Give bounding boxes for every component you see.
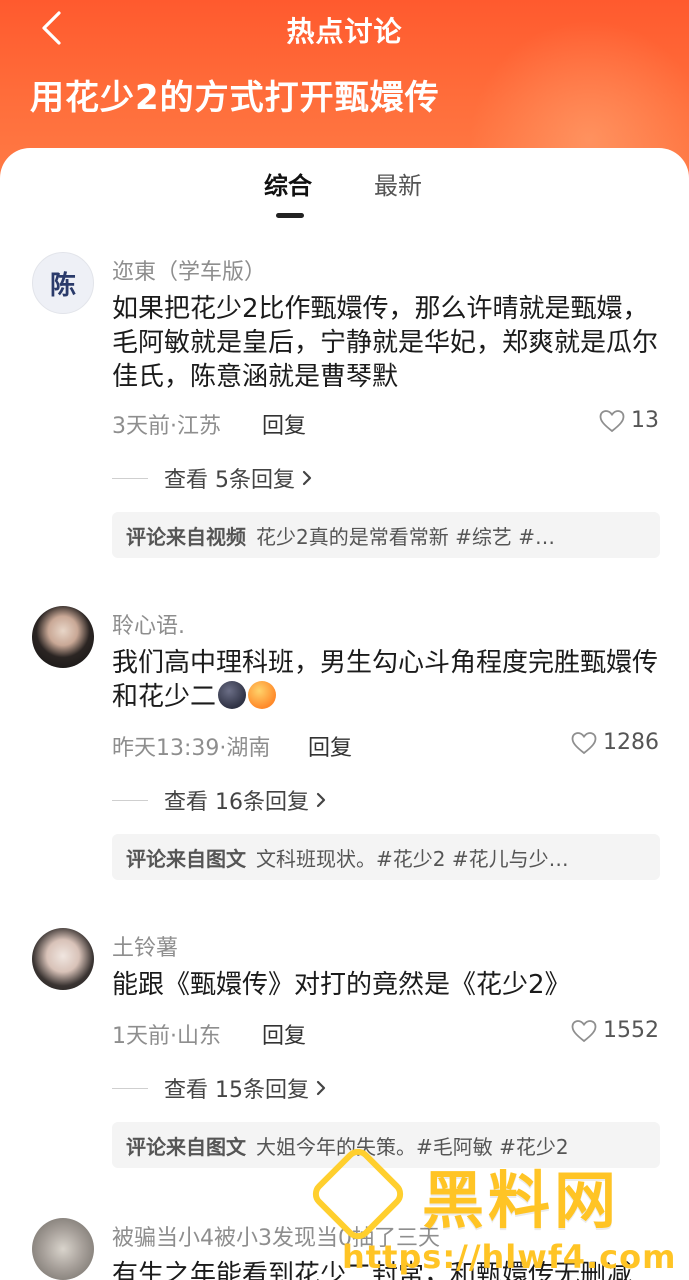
like-button[interactable]: 1286 <box>571 730 659 755</box>
comment-text: 如果把花少2比作甄嬛传，那么许晴就是甄嬛，毛阿敏就是皇后，宁静就是华妃，郑爽就是… <box>112 294 659 392</box>
chevron-right-icon <box>316 792 326 808</box>
comment-text: 我们高中理科班，男生勾心斗角程度完胜甄嬛传和花少二 <box>112 646 664 714</box>
divider <box>112 1087 148 1089</box>
avatar[interactable]: 陈 <box>32 252 94 314</box>
view-replies-text: 查看 15条回复 <box>164 1078 309 1103</box>
source-label: 评论来自视频 <box>126 524 246 549</box>
avatar[interactable] <box>32 1218 94 1280</box>
comment-source[interactable]: 评论来自图文 文科班现状。#花少2 #花儿与少… <box>112 834 660 880</box>
page-title: 热点讨论 <box>286 15 403 48</box>
divider <box>112 799 148 801</box>
like-button[interactable]: 13 <box>599 408 659 433</box>
source-text: 花少2真的是常看常新 #综艺 #… <box>256 524 555 549</box>
topic-title: 用花少2的方式打开甄嬛传 <box>30 78 440 118</box>
like-count: 13 <box>631 408 659 433</box>
avatar[interactable] <box>32 928 94 990</box>
tab-latest[interactable]: 最新 <box>374 166 422 201</box>
comment-text: 有生之年能看到花少二封常，和甄嬛传无删减 <box>112 1260 633 1280</box>
reply-button[interactable]: 回复 <box>308 730 352 762</box>
time-location: 3天前·江苏 <box>112 414 221 439</box>
like-count: 1552 <box>603 1018 659 1043</box>
source-label: 评论来自图文 <box>126 846 246 871</box>
comment-sheet: 综合 最新 陈 迩東（学车版） 如果把花少2比作甄嬛传，那么许晴就是甄嬛，毛阿敏… <box>0 148 689 1280</box>
username[interactable]: 迩東（学车版） <box>112 254 266 286</box>
view-replies-text: 查看 5条回复 <box>164 468 295 493</box>
username[interactable]: 被骗当小4被小3发现当0抽了三天 <box>112 1220 440 1252</box>
source-label: 评论来自图文 <box>126 1134 246 1159</box>
dark-face-emoji-icon <box>218 681 247 709</box>
comment-source[interactable]: 评论来自图文 大姐今年的失策。#毛阿敏 #花少2 <box>112 1122 660 1168</box>
like-count: 1286 <box>603 730 659 755</box>
comment-text: 能跟《甄嬛传》对打的竟然是《花少2》 <box>112 970 571 1000</box>
reply-button[interactable]: 回复 <box>262 1018 306 1050</box>
tab-active-indicator <box>276 213 304 218</box>
like-button[interactable]: 1552 <box>571 1018 659 1043</box>
heart-icon <box>571 1019 597 1042</box>
time-location: 昨天13:39·湖南 <box>112 736 271 761</box>
username[interactable]: 土铃薯 <box>112 930 178 962</box>
divider <box>112 477 148 479</box>
tab-comprehensive[interactable]: 综合 <box>264 166 312 201</box>
view-replies-link[interactable]: 查看 5条回复 <box>112 462 313 494</box>
view-replies-link[interactable]: 查看 16条回复 <box>112 784 327 816</box>
avatar[interactable] <box>32 606 94 668</box>
view-replies-text: 查看 16条回复 <box>164 790 309 815</box>
source-text: 文科班现状。#花少2 #花儿与少… <box>256 846 569 871</box>
time-location: 1天前·山东 <box>112 1024 221 1049</box>
heart-icon <box>599 409 625 432</box>
comment-text-body: 我们高中理科班，男生勾心斗角程度完胜甄嬛传和花少二 <box>112 648 659 712</box>
avatar-text: 陈 <box>49 270 76 301</box>
comment-source[interactable]: 评论来自视频 花少2真的是常看常新 #综艺 #… <box>112 512 660 558</box>
heart-icon <box>571 731 597 754</box>
tab-bar: 综合 最新 <box>0 166 689 226</box>
reply-button[interactable]: 回复 <box>262 408 306 440</box>
chevron-right-icon <box>302 470 312 486</box>
laughing-face-emoji-icon <box>248 681 277 709</box>
source-text: 大姐今年的失策。#毛阿敏 #花少2 <box>256 1134 569 1159</box>
username[interactable]: 聆心语. <box>112 608 185 640</box>
chevron-right-icon <box>316 1080 326 1096</box>
view-replies-link[interactable]: 查看 15条回复 <box>112 1072 327 1104</box>
